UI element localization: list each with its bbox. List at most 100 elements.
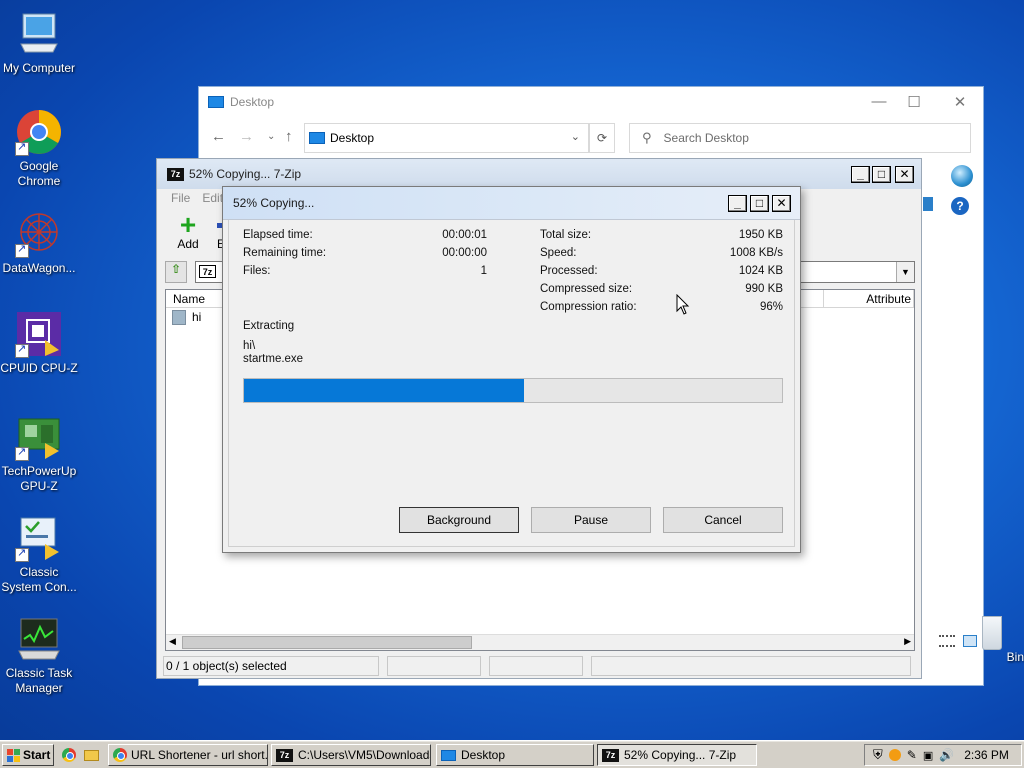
datawagon-icon [15,210,63,258]
folder-icon [208,96,224,108]
notification-icon[interactable] [888,749,901,761]
scrollbar-thumb[interactable] [182,636,472,649]
status-cell [387,656,481,676]
task-manager-icon [15,615,63,663]
close-icon[interactable]: ✕ [948,93,972,111]
explorer-address-bar[interactable]: Desktop ⌄ [304,123,589,153]
desktop-icon-my-computer[interactable]: My Computer [0,10,78,76]
details-view-icon[interactable] [939,635,955,647]
scroll-left-icon[interactable]: ◀ [169,636,176,647]
desktop-icon-gpuz[interactable]: TechPowerUp GPU-Z [0,413,78,494]
progress-dialog[interactable]: 52% Copying... _ □ ✕ Elapsed time: 00:00… [222,186,801,553]
speed-label: Speed: [540,247,577,259]
7zip-titlebar[interactable]: 7z 52% Copying... 7-Zip [157,159,921,189]
progress-title: 52% Copying... [233,196,315,210]
taskbar-item-desktop[interactable]: Desktop [436,744,594,766]
forward-arrow-icon[interactable]: → [239,128,254,145]
help-icon[interactable]: ? [951,197,969,215]
progress-bar-fill [244,379,524,402]
processed-value: 1024 KB [738,265,783,277]
start-label: Start [23,748,51,762]
chrome-icon [15,108,63,156]
chevron-down-icon[interactable]: ⌄ [571,130,580,143]
network-icon[interactable]: ▣ [923,749,933,762]
taskbar-item-7zip-downloads[interactable]: 7z C:\Users\VM5\Downloads... [271,744,431,766]
desktop-icon-task-manager[interactable]: Classic Task Manager [0,615,78,696]
up-folder-icon[interactable]: ⇧ [165,261,187,283]
explorer-titlebar[interactable]: Desktop [199,87,983,117]
system-tray: ⛨ ✎ ▣ 🔊 2:36 PM [864,744,1022,766]
dropdown-arrow-icon[interactable]: ▼ [896,262,914,282]
files-value: 1 [480,265,487,277]
desktop-icon-label: DataWagon... [2,261,76,275]
volume-icon[interactable]: 🔊 [939,748,954,762]
current-path-line1: hi\ [243,340,256,352]
explorer-title: Desktop [230,95,275,109]
minimize-icon[interactable]: — [867,93,891,110]
maximize-button[interactable]: □ [872,166,891,183]
shield-icon[interactable]: ⛨ [873,747,883,763]
minimize-button[interactable]: _ [728,195,747,212]
remaining-label: Remaining time: [243,247,327,259]
desktop-icon-label: My Computer [2,61,76,75]
close-button[interactable]: ✕ [895,166,914,183]
menu-edit[interactable]: Edit [202,189,223,207]
gpuz-icon [15,413,63,461]
shortcut-arrow-icon [15,546,29,562]
taskbar-item-url-shortener[interactable]: URL Shortener - url short... [108,744,268,766]
progress-titlebar[interactable]: 52% Copying... [223,187,800,220]
desktop-icon-google-chrome[interactable]: Google Chrome [0,108,78,189]
view-tile-icon[interactable] [923,197,933,211]
chrome-quicklaunch-icon[interactable] [62,748,76,762]
close-button[interactable]: ✕ [772,195,791,212]
elapsed-label: Elapsed time: [243,229,313,241]
7zip-icon: 7z [602,748,619,762]
computer-icon [15,10,63,58]
start-button[interactable]: Start [2,744,54,766]
clock[interactable]: 2:36 PM [964,748,1009,762]
desktop-icon-label: Google Chrome [17,159,61,188]
compression-ratio-label: Compression ratio: [540,301,637,313]
horizontal-scrollbar[interactable]: ◀ ▶ [166,634,914,650]
progress-body: Elapsed time: 00:00:01 Remaining time: 0… [228,220,795,547]
taskbar-item-7zip-copying[interactable]: 7z 52% Copying... 7-Zip [597,744,757,766]
desktop-icon-cpuz[interactable]: CPUID CPU-Z [0,310,78,376]
pause-button[interactable]: Pause [531,507,651,533]
scroll-right-icon[interactable]: ▶ [904,636,911,647]
background-button[interactable]: Background [399,507,519,533]
desktop-icon-datawagon[interactable]: DataWagon... [0,210,78,276]
task-label: 52% Copying... 7-Zip [624,748,737,762]
total-size-value: 1950 KB [738,229,783,241]
windows-logo-icon [7,748,20,762]
task-label: URL Shortener - url short... [131,748,268,762]
back-arrow-icon[interactable]: ← [211,128,226,145]
speed-value: 1008 KB/s [729,247,783,259]
recent-chevron-icon[interactable]: ⌄ [267,131,275,142]
file-name: hi [192,310,202,324]
maximize-button[interactable]: □ [750,195,769,212]
maximize-icon[interactable]: ☐ [902,93,926,111]
menu-file[interactable]: File [171,189,190,207]
remaining-value: 00:00:00 [442,247,487,259]
column-attributes[interactable]: Attribute [824,290,914,307]
mouse-cursor-icon [676,294,690,315]
desktop-icon-recycle-bin[interactable]: Bin [962,616,1024,664]
add-button[interactable]: + Add [173,211,203,255]
7zip-icon: 7z [276,748,293,762]
search-icon: ⚲ [642,130,652,145]
cancel-button[interactable]: Cancel [663,507,783,533]
minimize-button[interactable]: _ [851,166,870,183]
current-file-name: startme.exe [243,353,304,365]
operation-label: Extracting [243,320,295,332]
files-label: Files: [243,265,271,277]
globe-icon[interactable] [951,165,973,187]
desktop-icon-control-panel[interactable]: Classic System Con... [0,514,78,595]
folder-quicklaunch-icon[interactable] [84,750,99,761]
explorer-search-box[interactable]: ⚲ Search Desktop [629,123,971,153]
file-icon [172,309,186,325]
chrome-icon [113,748,127,762]
up-arrow-icon[interactable]: ↑ [285,128,293,145]
desktop-icon-label: Classic Task Manager [5,666,73,695]
pen-icon[interactable]: ✎ [907,748,917,762]
refresh-icon[interactable]: ⟳ [589,123,615,153]
